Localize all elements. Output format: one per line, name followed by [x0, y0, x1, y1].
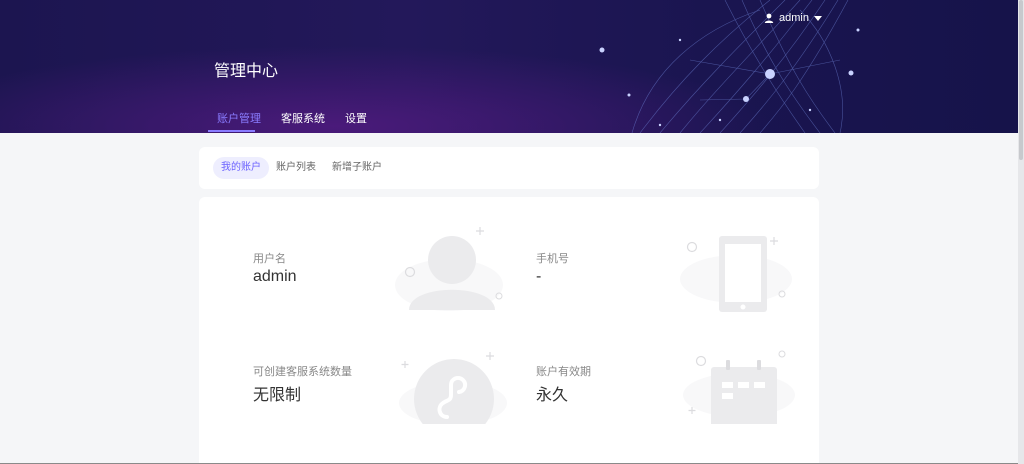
- caret-down-icon: [813, 15, 822, 21]
- username-label: 用户名: [253, 253, 286, 265]
- person-icon: [764, 13, 774, 23]
- nav-tab-settings[interactable]: 设置: [345, 110, 367, 126]
- user-name: admin: [779, 12, 809, 24]
- user-menu[interactable]: admin: [764, 12, 822, 24]
- quota-value: 无限制: [253, 387, 302, 404]
- nav-tab-customer-service-system[interactable]: 客服系统: [281, 110, 325, 126]
- active-tab-indicator: [208, 130, 255, 132]
- user-avatar-icon: [395, 227, 503, 311]
- expiry-value: 永久: [536, 387, 569, 404]
- account-info-card: 用户名 admin 手机号 - 可创建客服系统数量 无限制 账户有效期 永久: [199, 197, 819, 464]
- sub-navigation: 我的账户 账户列表 新增子账户: [199, 147, 819, 189]
- nav-tab-account-management[interactable]: 账户管理: [217, 110, 261, 126]
- page-title: 管理中心: [214, 63, 279, 80]
- expiry-label: 账户有效期: [536, 366, 591, 378]
- scrollbar-thumb[interactable]: [1019, 0, 1023, 160]
- subtab-account-list[interactable]: 账户列表: [268, 157, 324, 179]
- phone-icon: [680, 236, 792, 312]
- quota-label: 可创建客服系统数量: [253, 366, 352, 378]
- mini-program-icon: [399, 352, 507, 424]
- top-header: 管理中心 admin 账户管理 客服系统 设置: [0, 0, 1018, 133]
- username-value: admin: [253, 268, 297, 285]
- subtab-add-sub-account[interactable]: 新增子账户: [324, 157, 390, 179]
- subtab-my-account[interactable]: 我的账户: [213, 157, 269, 179]
- phone-value: -: [536, 268, 542, 285]
- phone-label: 手机号: [536, 253, 569, 265]
- calendar-icon: [683, 350, 795, 424]
- network-decoration: [599, 0, 860, 133]
